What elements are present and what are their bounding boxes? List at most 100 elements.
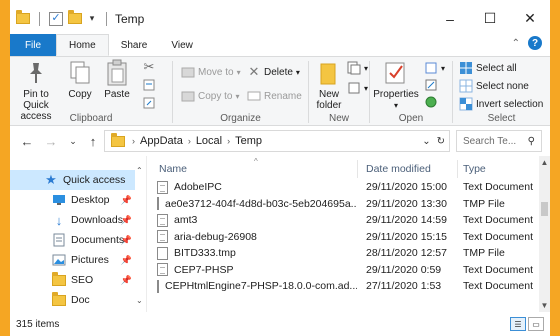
refresh-icon[interactable]: ↻	[437, 136, 445, 147]
tab-file[interactable]: File	[10, 34, 56, 56]
nav-item-label: SEO	[71, 274, 94, 286]
search-input[interactable]: Search Te...	[463, 136, 516, 147]
navigation-bar: ← → ⌄ ↑ › AppData › Local › Temp ⌄ ↻ Sea…	[10, 126, 550, 156]
select-group-label: Select	[487, 113, 516, 124]
back-arrow-icon[interactable]: ←	[18, 134, 36, 149]
up-arrow-icon[interactable]: ↑	[84, 134, 102, 149]
nav-item-label: Doc	[71, 294, 90, 306]
copy-to-button[interactable]: Copy to ▾	[181, 89, 239, 103]
tab-share[interactable]: Share	[109, 34, 160, 56]
file-row[interactable]: AdobeIPC 29/11/2020 15:00 Text Document	[147, 179, 539, 196]
column-divider[interactable]	[357, 160, 358, 178]
copy-path-icon	[142, 78, 156, 92]
select-all-icon	[459, 61, 473, 75]
minimize-button[interactable]: –	[430, 0, 470, 37]
copy-button[interactable]: Copy	[64, 59, 96, 100]
large-icons-view-button[interactable]: ▭	[528, 317, 544, 331]
tab-home[interactable]: Home	[56, 34, 109, 56]
open-button[interactable]: ▾	[424, 61, 445, 75]
nav-pane-scrollbar[interactable]: ⌃ ⌄	[134, 166, 146, 311]
breadcrumb-local[interactable]: Local	[196, 135, 222, 147]
status-bar: 315 items ☰ ▭	[10, 312, 550, 336]
nav-item-downloads[interactable]: ↓ Downloads 📌	[10, 210, 135, 230]
details-view-icon: ☰	[514, 319, 522, 329]
download-icon: ↓	[55, 212, 63, 228]
folder-icon	[16, 10, 30, 24]
tab-view[interactable]: View	[159, 34, 205, 56]
column-divider[interactable]	[457, 160, 458, 178]
column-header-date[interactable]: Date modified	[366, 158, 456, 180]
nav-item-desktop[interactable]: Desktop 📌	[10, 190, 135, 210]
file-row[interactable]: CEP7-PHSP 29/11/2020 0:59 Text Document	[147, 262, 539, 279]
pin-icon[interactable]: 📌	[121, 235, 132, 246]
file-row[interactable]: CEPHtmlEngine7-PHSP-18.0.0-com.ad... 27/…	[147, 278, 539, 295]
easy-access-button[interactable]: ▾	[347, 81, 368, 95]
nav-item-documents[interactable]: Documents 📌	[10, 230, 135, 250]
file-row[interactable]: amt3 29/11/2020 14:59 Text Document	[147, 212, 539, 229]
file-row[interactable]: BITD333.tmp 28/11/2020 12:57 TMP File	[147, 245, 539, 262]
file-row[interactable]: ae0e3712-404f-4d8d-b03c-5eb204695a... 29…	[147, 196, 539, 213]
file-row[interactable]: aria-debug-26908 29/11/2020 15:15 Text D…	[147, 229, 539, 246]
scrollbar-thumb[interactable]	[541, 202, 548, 216]
invert-selection-button[interactable]: Invert selection	[459, 97, 543, 111]
recent-locations-dropdown-icon[interactable]: ⌄	[64, 136, 82, 147]
breadcrumb-separator-icon[interactable]: ›	[132, 136, 135, 146]
new-group-label: New	[328, 113, 349, 124]
close-button[interactable]: ✕	[510, 0, 550, 37]
scroll-down-icon[interactable]: ⌄	[136, 296, 143, 305]
column-header-name[interactable]: Name ^	[159, 157, 349, 180]
address-dropdown-icon[interactable]: ⌄	[422, 136, 430, 147]
nav-item-pictures[interactable]: Pictures 📌	[10, 250, 135, 270]
file-date: 29/11/2020 14:59	[366, 214, 447, 227]
column-header-type[interactable]: Type	[463, 158, 537, 180]
paste-button[interactable]: Paste	[100, 59, 134, 100]
file-list-scrollbar[interactable]: ▲ ▼	[539, 156, 550, 312]
nav-item-seo[interactable]: SEO 📌	[10, 270, 135, 290]
copy-path-button[interactable]	[142, 78, 156, 92]
tmp-file-icon	[157, 246, 168, 260]
delete-button[interactable]: ✕ Delete ▾	[247, 64, 300, 79]
edit-button[interactable]	[424, 78, 438, 92]
breadcrumb-temp[interactable]: Temp	[235, 135, 262, 147]
breadcrumb-appdata[interactable]: AppData	[140, 135, 183, 147]
file-name: CEPHtmlEngine7-PHSP-18.0.0-com.ad...	[165, 280, 357, 293]
properties-quick-icon[interactable]: ✓	[49, 11, 63, 26]
pin-icon[interactable]: 📌	[121, 195, 132, 206]
new-folder-button[interactable]: New folder	[311, 59, 347, 111]
properties-button[interactable]: Properties ▾	[373, 59, 419, 111]
new-item-button[interactable]: ▾	[347, 61, 368, 75]
maximize-button[interactable]: ☐	[470, 0, 510, 37]
nav-item-doc[interactable]: Doc	[10, 290, 135, 310]
breadcrumb-separator-icon[interactable]: ›	[227, 136, 230, 146]
tmp-file-icon	[157, 197, 159, 211]
nav-item-quick-access[interactable]: ★ Quick access	[10, 170, 135, 190]
select-none-button[interactable]: Select none	[459, 79, 529, 93]
search-box[interactable]: Search Te... ⚲	[456, 130, 542, 152]
minimize-ribbon-icon[interactable]: ⌃	[512, 38, 520, 49]
history-button[interactable]	[424, 95, 438, 109]
scroll-up-icon[interactable]: ▲	[539, 158, 550, 167]
address-bar[interactable]: › AppData › Local › Temp ⌄ ↻	[104, 130, 450, 152]
text-file-icon	[157, 279, 159, 293]
clipboard-group-label: Clipboard	[69, 113, 113, 124]
rename-button[interactable]: Rename	[247, 89, 302, 103]
pin-icon[interactable]: 📌	[121, 255, 132, 266]
new-folder-quick-icon[interactable]	[68, 10, 82, 24]
scroll-up-icon[interactable]: ⌃	[136, 166, 143, 175]
details-view-button[interactable]: ☰	[510, 317, 526, 331]
pin-icon[interactable]: 📌	[121, 275, 132, 286]
quick-access-toolbar-dropdown-icon[interactable]: ▾	[87, 13, 97, 24]
file-date: 29/11/2020 13:30	[366, 197, 447, 210]
scroll-down-icon[interactable]: ▼	[539, 301, 550, 310]
select-all-button[interactable]: Select all	[459, 61, 517, 75]
help-icon[interactable]: ?	[528, 36, 542, 50]
nav-item-label: Quick access	[63, 174, 126, 186]
forward-arrow-icon[interactable]: →	[42, 134, 60, 149]
move-to-button[interactable]: Move to ▾	[181, 65, 241, 79]
paste-shortcut-button[interactable]	[142, 96, 156, 110]
breadcrumb-separator-icon[interactable]: ›	[188, 136, 191, 146]
rename-label: Rename	[264, 90, 302, 102]
pin-icon[interactable]: 📌	[121, 215, 132, 226]
cut-button[interactable]: ✂	[142, 59, 156, 74]
file-date: 28/11/2020 12:57	[366, 247, 447, 260]
